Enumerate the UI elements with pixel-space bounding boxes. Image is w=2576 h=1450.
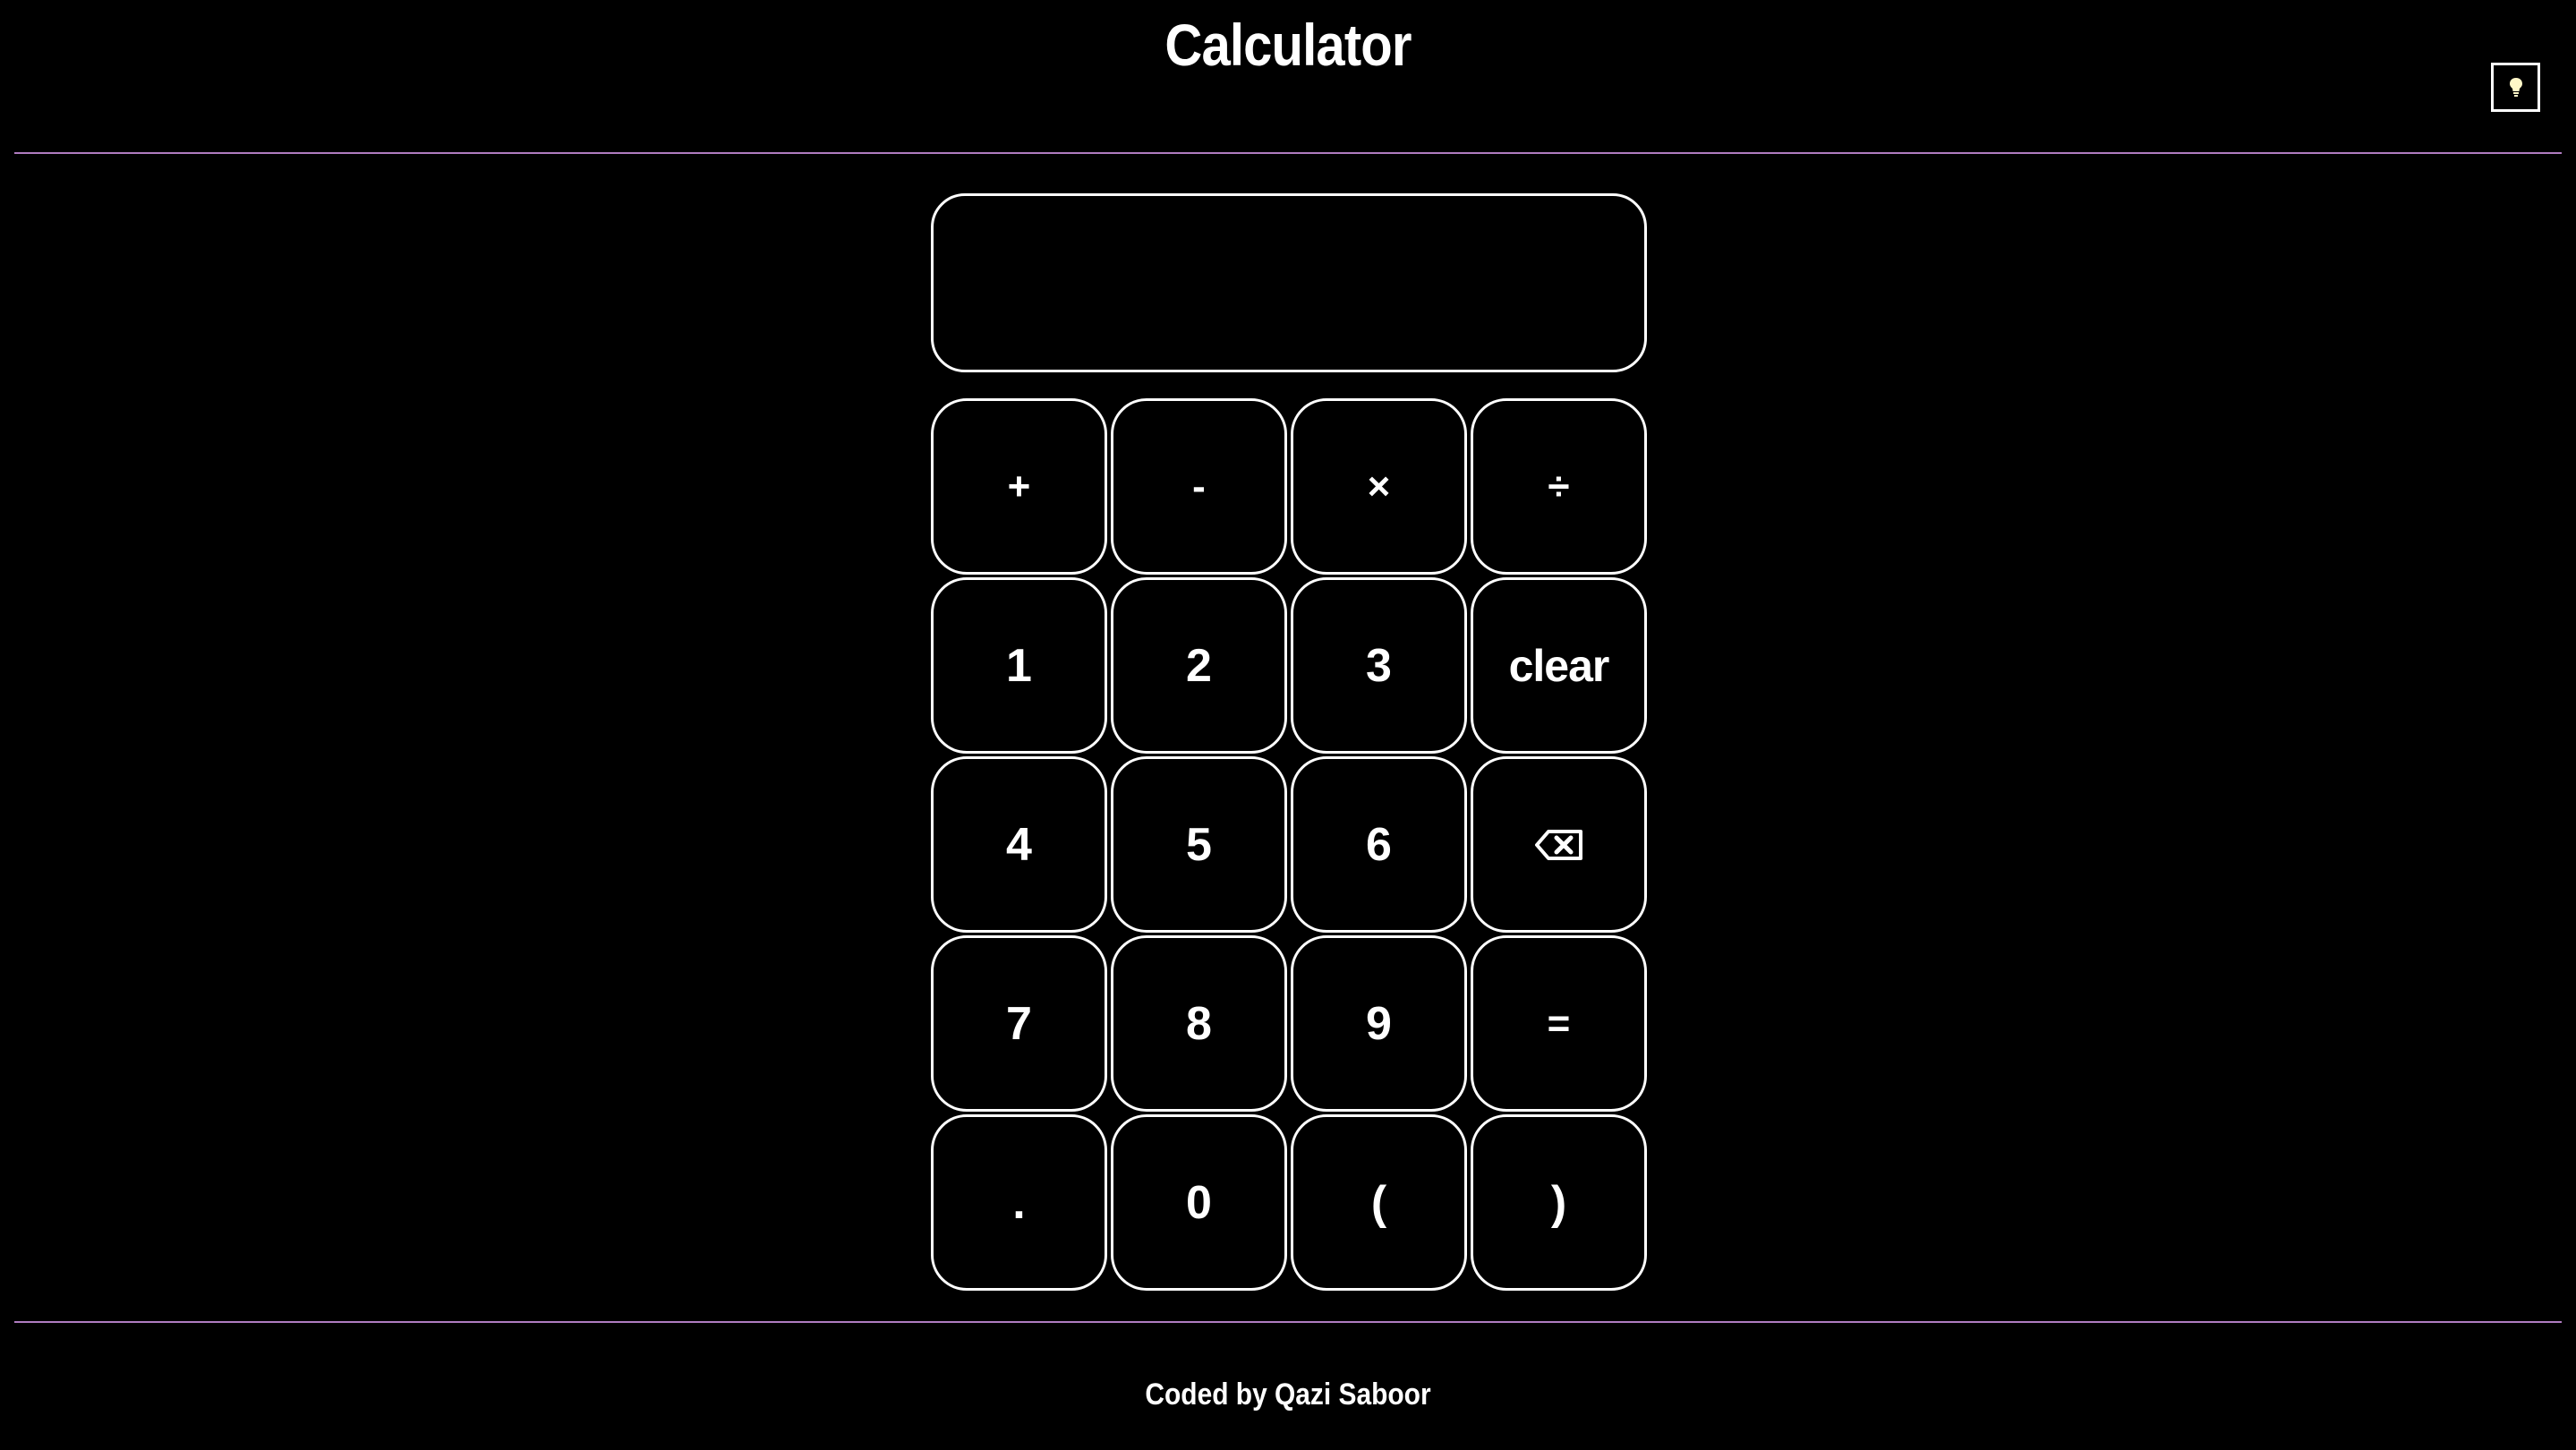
digit-5-label: 5 (1186, 818, 1212, 871)
calculator-page: Calculator + - × ÷ 1 2 3 clear 4 5 6 7 8 9 =. 0 () Coded… (0, 0, 2576, 1450)
decimal-label: . (1012, 1176, 1026, 1229)
digit-7-button[interactable]: 7 (931, 935, 1107, 1112)
digit-2-label: 2 (1186, 639, 1212, 692)
page-title: Calculator (1164, 12, 1412, 78)
digit-0-label: 0 (1186, 1176, 1212, 1229)
footer-divider (14, 1321, 2562, 1323)
subtract-label: - (1192, 464, 1206, 508)
digit-8-button[interactable]: 8 (1111, 935, 1287, 1112)
digit-9-label: 9 (1366, 997, 1392, 1050)
digit-9-button[interactable]: 9 (1291, 935, 1467, 1112)
add-button[interactable]: + (931, 398, 1107, 575)
clear-button[interactable]: clear (1471, 577, 1647, 754)
footer-credit: Coded by Qazi Saboor (1145, 1378, 1431, 1412)
close-paren-label: ) (1550, 1176, 1567, 1229)
digit-3-button[interactable]: 3 (1291, 577, 1467, 754)
multiply-button[interactable]: × (1291, 398, 1467, 575)
digit-1-button[interactable]: 1 (931, 577, 1107, 754)
equals-label: = (1547, 1001, 1571, 1045)
digit-4-button[interactable]: 4 (931, 756, 1107, 933)
backspace-button[interactable] (1471, 756, 1647, 933)
lightbulb-icon (2509, 77, 2522, 97)
equals-button[interactable]: = (1471, 935, 1647, 1112)
digit-5-button[interactable]: 5 (1111, 756, 1287, 933)
digit-6-label: 6 (1366, 818, 1392, 871)
divide-button[interactable]: ÷ (1471, 398, 1647, 575)
keypad: + - × ÷ 1 2 3 clear 4 5 6 7 8 9 =. 0 () (931, 398, 1647, 1291)
divide-label: ÷ (1548, 464, 1570, 508)
digit-0-button[interactable]: 0 (1111, 1114, 1287, 1291)
digit-8-label: 8 (1186, 997, 1212, 1050)
open-paren-label: ( (1370, 1176, 1387, 1229)
decimal-button[interactable]: . (931, 1114, 1107, 1291)
digit-4-label: 4 (1006, 818, 1032, 871)
multiply-label: × (1367, 464, 1391, 508)
calculator-display[interactable] (931, 193, 1647, 372)
digit-3-label: 3 (1366, 639, 1392, 692)
clear-label: clear (1508, 640, 1610, 691)
digit-1-label: 1 (1006, 639, 1032, 692)
digit-7-label: 7 (1006, 997, 1032, 1050)
add-label: + (1007, 464, 1031, 508)
subtract-button[interactable]: - (1111, 398, 1287, 575)
open-paren-button[interactable]: ( (1291, 1114, 1467, 1291)
digit-6-button[interactable]: 6 (1291, 756, 1467, 933)
theme-toggle-button[interactable] (2491, 63, 2540, 112)
digit-2-button[interactable]: 2 (1111, 577, 1287, 754)
backspace-icon (1534, 829, 1582, 860)
close-paren-button[interactable]: ) (1471, 1114, 1647, 1291)
header-divider (14, 152, 2562, 154)
